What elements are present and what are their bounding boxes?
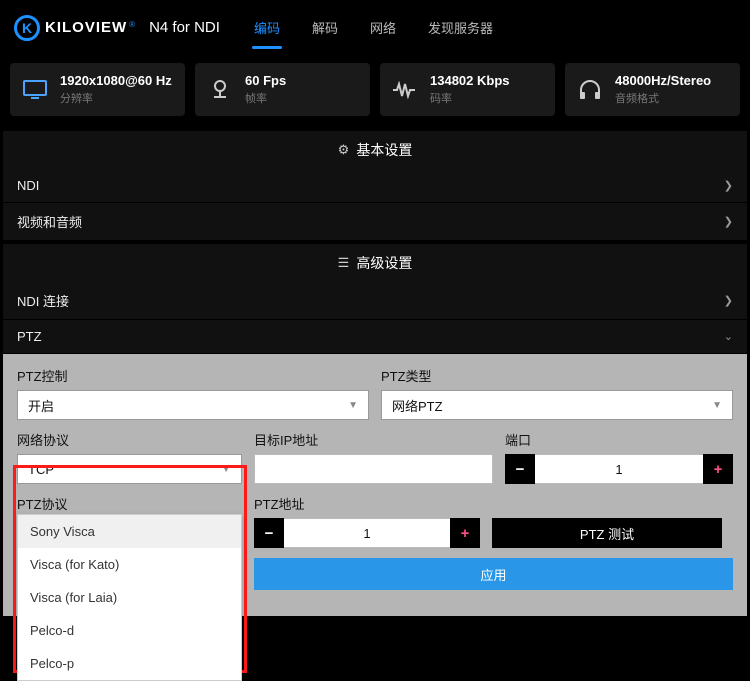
target-ip-input[interactable] xyxy=(254,454,493,484)
chevron-right-icon: ❯ xyxy=(724,294,733,307)
ptz-control-value: 开启 xyxy=(28,396,54,415)
sliders-icon: ☰ xyxy=(338,255,350,271)
section-advanced-header: ☰ 高级设置 xyxy=(3,244,747,282)
address-plus-button[interactable]: + xyxy=(450,518,480,548)
framerate-icon xyxy=(207,77,233,103)
port-stepper[interactable]: − 1 + xyxy=(505,454,733,484)
net-protocol-label: 网络协议 xyxy=(17,430,242,449)
ptz-type-value: 网络PTZ xyxy=(392,396,443,415)
port-label: 端口 xyxy=(505,430,733,449)
section-basic: ⚙ 基本设置 NDI ❯ 视频和音频 ❯ xyxy=(3,131,747,241)
row-ndi-label: NDI xyxy=(17,178,39,193)
port-plus-button[interactable]: + xyxy=(703,454,733,484)
row-av-label: 视频和音频 xyxy=(17,212,82,231)
target-ip-label: 目标IP地址 xyxy=(254,430,493,449)
ptz-address-stepper[interactable]: − 1 + xyxy=(254,518,480,548)
logo-icon: K xyxy=(14,15,40,41)
dropdown-option[interactable]: Visca (for Kato) xyxy=(18,548,241,581)
bitrate-value: 134802 Kbps xyxy=(430,73,510,88)
section-basic-header: ⚙ 基本设置 xyxy=(3,131,747,169)
ptz-test-button[interactable]: PTZ 测试 xyxy=(492,518,722,548)
audio-label: 音频格式 xyxy=(615,90,711,106)
address-value[interactable]: 1 xyxy=(284,518,450,548)
port-minus-button[interactable]: − xyxy=(505,454,535,484)
row-av[interactable]: 视频和音频 ❯ xyxy=(3,203,747,241)
brand-logo: K KILOVIEW® xyxy=(14,15,135,41)
ptz-control-label: PTZ控制 xyxy=(17,366,369,385)
stat-audio: 48000Hz/Stereo 音频格式 xyxy=(565,63,740,116)
port-value[interactable]: 1 xyxy=(535,454,703,484)
caret-down-icon: ▼ xyxy=(221,464,231,475)
bitrate-label: 码率 xyxy=(430,90,510,106)
ptz-address-label: PTZ地址 xyxy=(254,494,480,513)
ptz-protocol-label: PTZ协议 xyxy=(17,494,242,513)
fps-value: 60 Fps xyxy=(245,73,286,88)
address-minus-button[interactable]: − xyxy=(254,518,284,548)
headphones-icon xyxy=(577,77,603,103)
net-protocol-value: TCP xyxy=(28,462,54,477)
apply-button[interactable]: 应用 xyxy=(254,558,733,590)
row-ptz-label: PTZ xyxy=(17,329,42,344)
ptz-panel: PTZ控制 开启 ▼ PTZ类型 网络PTZ ▼ 网络协议 TCP ▼ xyxy=(3,354,747,616)
section-advanced-title: 高级设置 xyxy=(356,253,412,273)
dropdown-option[interactable]: Pelco-p xyxy=(18,647,241,680)
tab-discovery[interactable]: 发现服务器 xyxy=(422,10,499,45)
top-nav: 编码 解码 网络 发现服务器 xyxy=(248,10,499,45)
dropdown-option[interactable]: Visca (for Laia) xyxy=(18,581,241,614)
brand-text: KILOVIEW® xyxy=(45,19,135,36)
waveform-icon xyxy=(392,77,418,103)
page-title: N4 for NDI xyxy=(149,19,220,36)
dropdown-option[interactable]: Sony Visca xyxy=(18,515,241,548)
row-ndi[interactable]: NDI ❯ xyxy=(3,169,747,203)
row-ndi-connection[interactable]: NDI 连接 ❯ xyxy=(3,282,747,320)
row-ndi-connection-label: NDI 连接 xyxy=(17,291,69,310)
ptz-control-select[interactable]: 开启 ▼ xyxy=(17,390,369,420)
resolution-value: 1920x1080@60 Hz xyxy=(60,73,172,88)
stat-resolution: 1920x1080@60 Hz 分辨率 xyxy=(10,63,185,116)
caret-down-icon: ▼ xyxy=(712,400,722,411)
section-basic-title: 基本设置 xyxy=(356,140,412,160)
chevron-right-icon: ❯ xyxy=(724,215,733,228)
ptz-type-select[interactable]: 网络PTZ ▼ xyxy=(381,390,733,420)
caret-down-icon: ▼ xyxy=(348,400,358,411)
stat-fps: 60 Fps 帧率 xyxy=(195,63,370,116)
resolution-label: 分辨率 xyxy=(60,90,172,106)
chevron-right-icon: ❯ xyxy=(724,179,733,192)
ptz-type-label: PTZ类型 xyxy=(381,366,733,385)
chevron-down-icon: ⌄ xyxy=(724,330,733,343)
tab-decode[interactable]: 解码 xyxy=(306,10,344,45)
dropdown-option[interactable]: Pelco-d xyxy=(18,614,241,647)
stat-bitrate: 134802 Kbps 码率 xyxy=(380,63,555,116)
net-protocol-select[interactable]: TCP ▼ xyxy=(17,454,242,484)
tab-network[interactable]: 网络 xyxy=(364,10,402,45)
fps-label: 帧率 xyxy=(245,90,286,106)
row-ptz[interactable]: PTZ ⌄ xyxy=(3,320,747,354)
stats-bar: 1920x1080@60 Hz 分辨率 60 Fps 帧率 134802 Kbp… xyxy=(0,55,750,128)
header: K KILOVIEW® N4 for NDI 编码 解码 网络 发现服务器 xyxy=(0,0,750,55)
tab-encode[interactable]: 编码 xyxy=(248,10,286,45)
audio-value: 48000Hz/Stereo xyxy=(615,73,711,88)
ptz-protocol-dropdown: Sony Visca Visca (for Kato) Visca (for L… xyxy=(17,514,242,681)
section-advanced: ☰ 高级设置 NDI 连接 ❯ PTZ ⌄ PTZ控制 开启 ▼ PTZ类型 网… xyxy=(3,244,747,616)
monitor-icon xyxy=(22,77,48,103)
gear-icon: ⚙ xyxy=(338,142,350,158)
